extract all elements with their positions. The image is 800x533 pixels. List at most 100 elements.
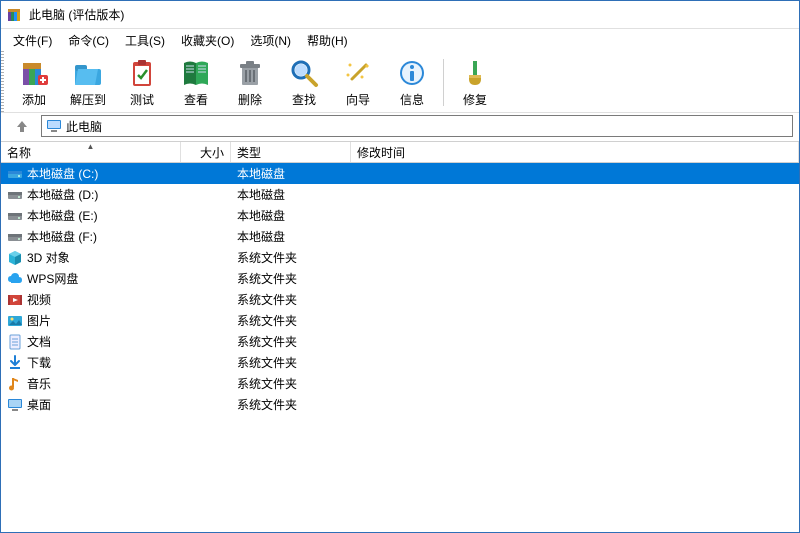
- col-type-label: 类型: [237, 144, 261, 161]
- drive-icon: [7, 229, 23, 245]
- cell-type: 本地磁盘: [231, 186, 351, 203]
- item-name: 下载: [27, 354, 51, 371]
- col-size-label: 大小: [200, 144, 224, 161]
- test-label: 测试: [130, 91, 154, 108]
- list-item[interactable]: 本地磁盘 (F:) 本地磁盘: [1, 226, 799, 247]
- cell-name: 本地磁盘 (C:): [1, 165, 181, 182]
- toolbar-separator: [443, 59, 444, 106]
- info-label: 信息: [400, 91, 424, 108]
- tool-group-main: 添加 解压到: [7, 55, 439, 110]
- cell-type: 本地磁盘: [231, 207, 351, 224]
- extract-label: 解压到: [70, 91, 106, 108]
- list-item[interactable]: 本地磁盘 (D:) 本地磁盘: [1, 184, 799, 205]
- find-label: 查找: [292, 91, 316, 108]
- cell-name: 视频: [1, 291, 181, 308]
- window-title: 此电脑 (评估版本): [29, 6, 124, 23]
- cell-type: 本地磁盘: [231, 165, 351, 182]
- col-name[interactable]: ▲ 名称: [1, 142, 181, 162]
- find-button[interactable]: 查找: [277, 55, 331, 110]
- list-item[interactable]: 视频 系统文件夹: [1, 289, 799, 310]
- list-item[interactable]: 桌面 系统文件夹: [1, 394, 799, 415]
- col-name-label: 名称: [7, 144, 31, 161]
- download-icon: [7, 355, 23, 371]
- item-name: 图片: [27, 312, 51, 329]
- address-bar[interactable]: 此电脑: [41, 115, 793, 137]
- computer-icon: [46, 119, 62, 133]
- col-size[interactable]: 大小: [181, 142, 231, 162]
- cell-type: 系统文件夹: [231, 354, 351, 371]
- wizard-label: 向导: [346, 91, 370, 108]
- trash-icon: [234, 57, 266, 89]
- drive-icon: [7, 208, 23, 224]
- list-item[interactable]: 下载 系统文件夹: [1, 352, 799, 373]
- menu-tools[interactable]: 工具(S): [117, 30, 173, 51]
- cell-name: 本地磁盘 (D:): [1, 186, 181, 203]
- cell-type: 本地磁盘: [231, 228, 351, 245]
- wizard-button[interactable]: 向导: [331, 55, 385, 110]
- menu-options[interactable]: 选项(N): [242, 30, 299, 51]
- book-icon: [180, 57, 212, 89]
- address-text: 此电脑: [66, 118, 102, 135]
- cell-name: WPS网盘: [1, 270, 181, 287]
- wps-icon: [7, 271, 23, 287]
- delete-label: 删除: [238, 91, 262, 108]
- list-item[interactable]: 音乐 系统文件夹: [1, 373, 799, 394]
- desktop-icon: [7, 397, 23, 413]
- item-name: 本地磁盘 (F:): [27, 228, 97, 245]
- navbar: 此电脑: [1, 113, 799, 141]
- list-item[interactable]: 图片 系统文件夹: [1, 310, 799, 331]
- toolbar: 添加 解压到: [1, 51, 799, 113]
- list-item[interactable]: 本地磁盘 (C:) 本地磁盘: [1, 163, 799, 184]
- music-icon: [7, 376, 23, 392]
- brush-icon: [459, 57, 491, 89]
- drive-icon: [7, 187, 23, 203]
- cell-type: 系统文件夹: [231, 291, 351, 308]
- cell-type: 系统文件夹: [231, 312, 351, 329]
- cell-type: 系统文件夹: [231, 333, 351, 350]
- list-body[interactable]: 本地磁盘 (C:)本地磁盘本地磁盘 (D:)本地磁盘本地磁盘 (E:)本地磁盘本…: [1, 163, 799, 532]
- video-icon: [7, 292, 23, 308]
- list-item[interactable]: 文档 系统文件夹: [1, 331, 799, 352]
- cell-name: 桌面: [1, 396, 181, 413]
- cell-name: 下载: [1, 354, 181, 371]
- cell-name: 本地磁盘 (E:): [1, 207, 181, 224]
- docs-icon: [7, 334, 23, 350]
- repair-button[interactable]: 修复: [448, 55, 502, 110]
- 3d-icon: [7, 250, 23, 266]
- up-button[interactable]: [7, 115, 37, 137]
- folder-extract-icon: [72, 57, 104, 89]
- info-button[interactable]: 信息: [385, 55, 439, 110]
- view-button[interactable]: 查看: [169, 55, 223, 110]
- menu-file[interactable]: 文件(F): [5, 30, 60, 51]
- menu-command[interactable]: 命令(C): [60, 30, 117, 51]
- cell-name: 音乐: [1, 375, 181, 392]
- app-window: 此电脑 (评估版本) 文件(F) 命令(C) 工具(S) 收藏夹(O) 选项(N…: [0, 0, 800, 533]
- item-name: 本地磁盘 (E:): [27, 207, 98, 224]
- list-item[interactable]: WPS网盘 系统文件夹: [1, 268, 799, 289]
- menu-favorites[interactable]: 收藏夹(O): [173, 30, 242, 51]
- test-button[interactable]: 测试: [115, 55, 169, 110]
- cell-type: 系统文件夹: [231, 375, 351, 392]
- list-item[interactable]: 3D 对象系统文件夹: [1, 247, 799, 268]
- extract-button[interactable]: 解压到: [61, 55, 115, 110]
- item-name: 桌面: [27, 396, 51, 413]
- add-label: 添加: [22, 91, 46, 108]
- pictures-icon: [7, 313, 23, 329]
- add-button[interactable]: 添加: [7, 55, 61, 110]
- cell-name: 图片: [1, 312, 181, 329]
- list-item[interactable]: 本地磁盘 (E:) 本地磁盘: [1, 205, 799, 226]
- item-name: 视频: [27, 291, 51, 308]
- col-date[interactable]: 修改时间: [351, 142, 799, 162]
- item-name: 本地磁盘 (C:): [27, 165, 98, 182]
- menu-help[interactable]: 帮助(H): [299, 30, 356, 51]
- titlebar: 此电脑 (评估版本): [1, 1, 799, 29]
- cell-type: 系统文件夹: [231, 396, 351, 413]
- menubar: 文件(F) 命令(C) 工具(S) 收藏夹(O) 选项(N) 帮助(H): [1, 29, 799, 51]
- cell-type: 系统文件夹: [231, 270, 351, 287]
- drive-c-icon: [7, 166, 23, 182]
- delete-button[interactable]: 删除: [223, 55, 277, 110]
- cell-name: 3D 对象: [1, 249, 181, 266]
- archive-add-icon: [18, 57, 50, 89]
- cell-name: 文档: [1, 333, 181, 350]
- col-type[interactable]: 类型: [231, 142, 351, 162]
